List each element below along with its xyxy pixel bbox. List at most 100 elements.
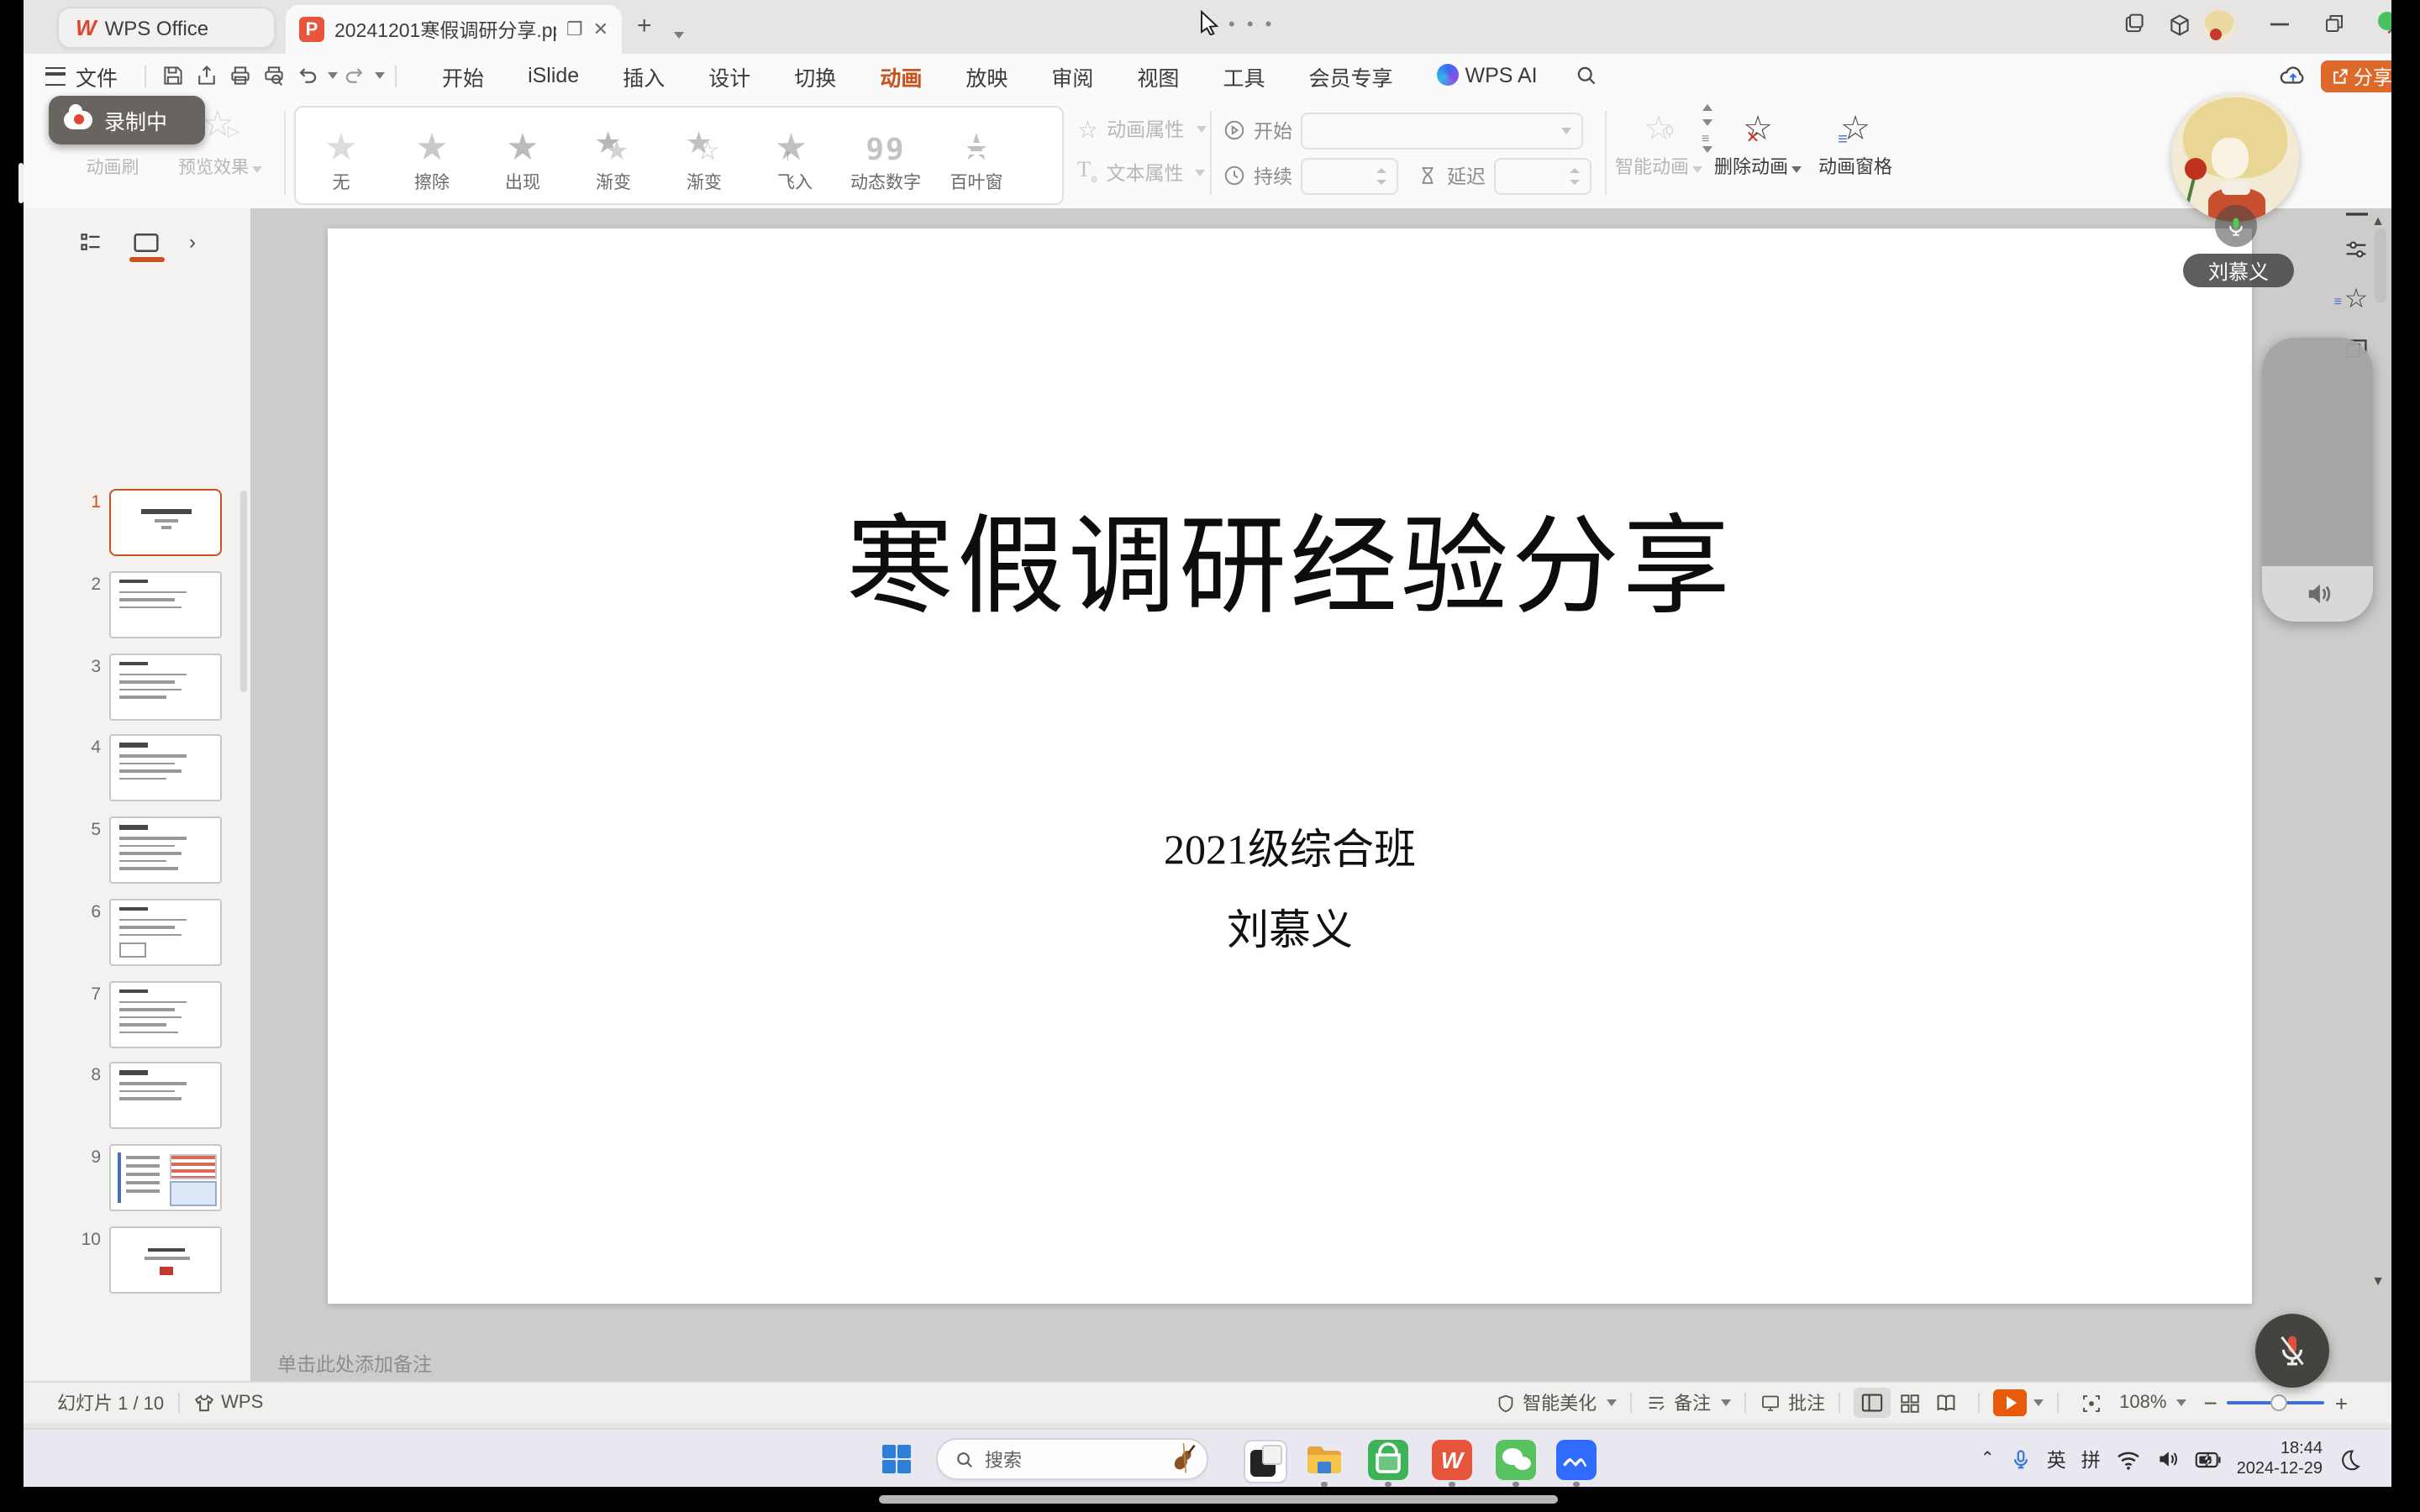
start-dropdown[interactable] [1301,112,1583,149]
panel-speaker-icon[interactable] [2303,581,2332,606]
mute-mic-button[interactable] [2255,1314,2329,1388]
windows-start-button[interactable] [882,1445,911,1473]
outline-view-icon[interactable] [78,230,102,254]
reading-view-button[interactable] [1928,1388,1965,1418]
slide-thumbnail-10[interactable] [109,1226,222,1294]
zoom-level[interactable]: 108% [2119,1393,2186,1413]
app-store[interactable] [1368,1440,1408,1480]
zoom-slider[interactable] [2228,1401,2325,1404]
effect-digits-99[interactable]: 99动态数字 [840,108,931,203]
battery-icon[interactable] [2195,1449,2222,1469]
slide-thumbnail-5[interactable] [109,816,222,884]
tab-设计[interactable]: 设计 [687,53,772,98]
tab-插入[interactable]: 插入 [601,53,687,98]
account-avatar[interactable] [2203,10,2235,42]
hamburger-icon[interactable] [45,66,66,85]
smart-beautify-button[interactable]: 智能美化 [1496,1389,1617,1416]
export-icon[interactable] [190,60,224,91]
tab-审阅[interactable]: 审阅 [1029,53,1115,98]
settings-sliders-icon[interactable] [2344,239,2368,260]
effect-star-outline[interactable]: ★无 [296,108,387,203]
recorder-panel[interactable] [2262,338,2373,622]
undo-dropdown[interactable] [328,72,338,79]
zoom-out-button[interactable]: − [2203,1389,2217,1416]
animation-pane-button[interactable]: ☆≡ 动画窗格 [1810,106,1901,180]
collapse-minus-icon[interactable] [2345,212,2367,217]
effects-star-icon[interactable]: ☆≡ [2344,282,2369,316]
wps-skin-button[interactable]: WPS [192,1392,263,1414]
effect-star[interactable]: ★擦除 [387,108,477,203]
duration-spinner[interactable] [1301,157,1398,194]
restore-button[interactable] [2324,13,2344,34]
app-file-explorer[interactable] [1304,1440,1344,1480]
tab-动画[interactable]: 动画 [858,53,944,98]
panel-scrollbar[interactable] [240,491,247,692]
close-sync-indicator[interactable]: ✕ [2378,12,2391,39]
slide-subtitle-name[interactable]: 刘慕义 [328,897,2252,958]
undo-icon[interactable] [291,60,324,91]
file-menu[interactable]: 文件 [76,60,118,92]
slideshow-play-button[interactable] [1993,1389,2027,1416]
slide-thumbnail-9[interactable] [109,1144,222,1211]
notes-placeholder[interactable]: 单击此处添加备注 [277,1351,432,1378]
tab-切换[interactable]: 切换 [772,53,858,98]
slideshow-dropdown[interactable] [2033,1399,2044,1406]
redo-icon[interactable] [338,60,371,91]
tab-close-icon[interactable]: ✕ [593,18,608,40]
tab-放映[interactable]: 放映 [944,53,1029,98]
slide-thumbnail-7[interactable] [109,980,222,1047]
canvas-scrollbar[interactable] [2375,228,2386,302]
zoom-slider-knob[interactable] [2271,1394,2288,1411]
slide-thumbnail-3[interactable] [109,653,222,720]
smart-animation-button[interactable]: ☆ϙ 智能动画 [1612,106,1706,180]
search-icon[interactable] [1570,60,1603,91]
zoom-in-button[interactable]: + [2335,1390,2348,1415]
cloud-sync-icon[interactable] [2279,62,2307,86]
save-icon[interactable] [156,60,190,91]
slide-title[interactable]: 寒假调研经验分享 [328,480,2252,635]
new-tab-button[interactable]: + [637,13,652,39]
delay-spinner[interactable] [1494,157,1591,194]
app-voov-meeting[interactable]: ᨓ [1556,1440,1597,1480]
tray-mic-icon[interactable] [2010,1447,2032,1471]
app-center-icon[interactable] [2168,13,2191,37]
wps-home-tab[interactable]: W WPS Office [57,7,276,49]
window-layout-icon[interactable] [2123,13,2144,35]
slide-thumbnail-4[interactable] [109,735,222,802]
app-snipping-window[interactable] [1244,1440,1287,1483]
presenter-webcam[interactable] [2171,94,2299,222]
app-wps-office[interactable]: W [1432,1440,1472,1480]
notes-button[interactable]: 备注 [1645,1389,1731,1416]
comment-button[interactable]: 批注 [1760,1389,1825,1416]
effect-star-double-alt[interactable]: ★☆渐变 [659,108,750,203]
slide-thumbnail-6[interactable] [109,899,222,966]
tab-window-icon[interactable]: ❐ [566,18,583,40]
slide-view-icon[interactable] [132,231,159,253]
delete-animation-button[interactable]: ☆✕ 删除动画 [1711,106,1805,180]
tray-expand-icon[interactable]: ⌃ [1981,1450,1995,1468]
webcam-mic-badge[interactable] [2215,205,2257,247]
share-button[interactable]: 分享 [2321,60,2391,92]
effect-star-flyin[interactable]: ★↑飞入 [750,108,840,203]
app-wechat[interactable] [1496,1440,1536,1480]
effect-star-double[interactable]: ★★渐变 [568,108,659,203]
effect-star-burst[interactable]: ★出现 [477,108,568,203]
tab-iSlide[interactable]: iSlide [506,57,601,94]
ime-pinyin-indicator[interactable]: 拼 [2081,1446,2101,1473]
slide-thumbnail-1[interactable] [109,489,222,556]
animation-properties-button[interactable]: ☆ 动画属性 [1077,108,1206,151]
slide-1[interactable]: 寒假调研经验分享 2021级综合班 刘慕义 [328,228,2252,1304]
minimize-button[interactable] [2270,22,2289,27]
collapse-panel-icon[interactable]: › [189,230,196,254]
effect-star-blinds[interactable]: ★百叶窗 [931,108,1022,203]
tab-视图[interactable]: 视图 [1115,53,1201,98]
slide-subtitle-class[interactable]: 2021级综合班 [328,816,2252,877]
clock[interactable]: 18:44 2024-12-29 [2237,1439,2323,1479]
print-icon[interactable] [224,60,257,91]
tab-工具[interactable]: 工具 [1201,53,1286,98]
scroll-down-icon[interactable]: ▼ [2371,1273,2385,1289]
tab-WPS AI[interactable]: WPS AI [1415,57,1560,94]
text-properties-button[interactable]: T๏ 文本属性 [1077,151,1206,195]
slide-sorter-view-button[interactable] [1891,1388,1928,1418]
slide-thumbnail-2[interactable] [109,571,222,638]
